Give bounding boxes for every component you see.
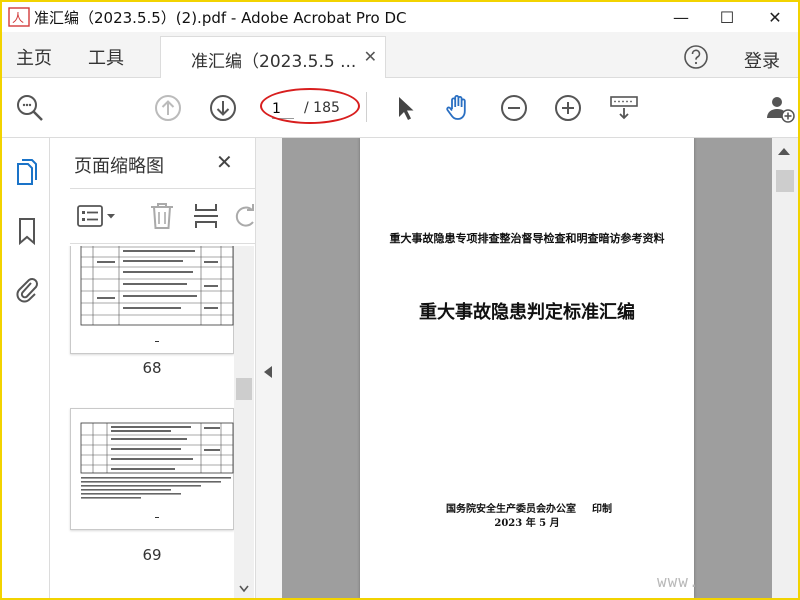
attachments-icon[interactable] <box>14 274 40 304</box>
minimize-button[interactable]: — <box>658 2 704 32</box>
title-bar: 人 准汇编（2023.5.5）(2).pdf - Adobe Acrobat P… <box>2 2 798 32</box>
page-thumbnail[interactable] <box>70 408 234 530</box>
thumbnail-page-number: 69 <box>142 546 162 564</box>
window-title: 准汇编（2023.5.5）(2).pdf - Adobe Acrobat Pro… <box>34 9 407 27</box>
search-zoom-icon[interactable] <box>14 92 46 124</box>
document-page: 重大事故隐患专项排查整治督导检查和明查暗访参考资料 重大事故隐患判定标准汇编 国… <box>360 138 694 598</box>
options-menu-icon[interactable] <box>76 203 120 231</box>
document-scrollbar-handle[interactable] <box>776 170 794 192</box>
next-page-icon[interactable] <box>207 92 239 124</box>
document-tab-label: 准汇编（2023.5.5 ... <box>191 52 357 72</box>
toolbar: / 185 <box>2 78 798 138</box>
login-button[interactable]: 登录 <box>744 47 780 73</box>
close-window-button[interactable]: ✕ <box>752 2 798 32</box>
thumbnail-list: 68 69 <box>50 246 236 598</box>
page-thumbnail[interactable] <box>70 246 234 354</box>
insert-page-icon[interactable] <box>192 201 220 231</box>
maximize-button[interactable]: ☐ <box>704 2 750 32</box>
thumbnail-page-preview <box>80 246 234 342</box>
add-user-icon[interactable] <box>764 92 796 124</box>
thumbnail-page-number: 68 <box>142 359 162 377</box>
svg-text:人: 人 <box>12 11 24 25</box>
panel-collapse-handle[interactable] <box>256 138 282 598</box>
help-icon[interactable] <box>683 44 709 70</box>
scroll-up-icon[interactable] <box>778 148 790 155</box>
panel-close-button[interactable]: ✕ <box>216 150 233 174</box>
document-date: 2023 年 5 月 <box>494 518 560 529</box>
tab-tools[interactable]: 工具 <box>88 44 124 70</box>
watermark-logo-icon: 人 <box>8 7 30 27</box>
delete-page-icon[interactable] <box>148 201 176 231</box>
toolbar-divider <box>366 92 367 122</box>
thumbnail-scrollbar-handle[interactable] <box>236 378 252 400</box>
highlight-annotation-ellipse <box>260 88 360 124</box>
document-issuer-action: 印制 <box>592 504 612 515</box>
zoom-out-icon[interactable] <box>498 92 530 124</box>
left-navigation-pane <box>2 138 50 598</box>
thumbnail-tools <box>70 188 256 244</box>
rotate-page-icon[interactable] <box>234 201 256 231</box>
prev-page-icon[interactable] <box>152 92 184 124</box>
document-viewport: 重大事故隐患专项排查整治督导检查和明查暗访参考资料 重大事故隐患判定标准汇编 国… <box>282 138 772 598</box>
page-thumbnails-panel: 页面缩略图 ✕ 68 69 <box>50 138 256 598</box>
page-thumbnails-icon[interactable] <box>14 158 40 188</box>
scroll-down-icon[interactable] <box>238 584 250 594</box>
keyboard-scroll-icon[interactable] <box>608 92 640 124</box>
thumbnail-scrollbar[interactable] <box>234 246 254 598</box>
tab-document[interactable]: 准汇编（2023.5.5 ... ✕ <box>160 36 386 78</box>
bookmarks-icon[interactable] <box>14 216 40 246</box>
document-subtitle: 重大事故隐患专项排查整治督导检查和明查暗访参考资料 <box>389 232 665 245</box>
panel-title: 页面缩略图 <box>74 156 164 177</box>
maximize-icon: ☐ <box>719 7 735 27</box>
tab-bar: 主页 工具 准汇编（2023.5.5 ... ✕ 登录 <box>2 32 798 78</box>
thumbnail-page-preview <box>80 422 234 518</box>
document-title: 重大事故隐患判定标准汇编 <box>419 302 635 323</box>
hand-tool-icon[interactable] <box>442 92 474 124</box>
acrobat-window: 人 准汇编（2023.5.5）(2).pdf - Adobe Acrobat P… <box>2 2 798 598</box>
document-scrollbar[interactable] <box>772 138 798 598</box>
select-cursor-icon[interactable] <box>390 92 422 124</box>
close-icon: ✕ <box>768 7 782 27</box>
watermark-text: www. <box>657 572 700 591</box>
minimize-icon: — <box>673 7 689 27</box>
document-issuer: 国务院安全生产委员会办公室 <box>446 504 576 515</box>
document-tab-close-button[interactable]: ✕ <box>364 47 377 66</box>
zoom-in-icon[interactable] <box>552 92 584 124</box>
tab-home[interactable]: 主页 <box>16 44 52 70</box>
collapse-arrow-icon <box>264 366 272 378</box>
